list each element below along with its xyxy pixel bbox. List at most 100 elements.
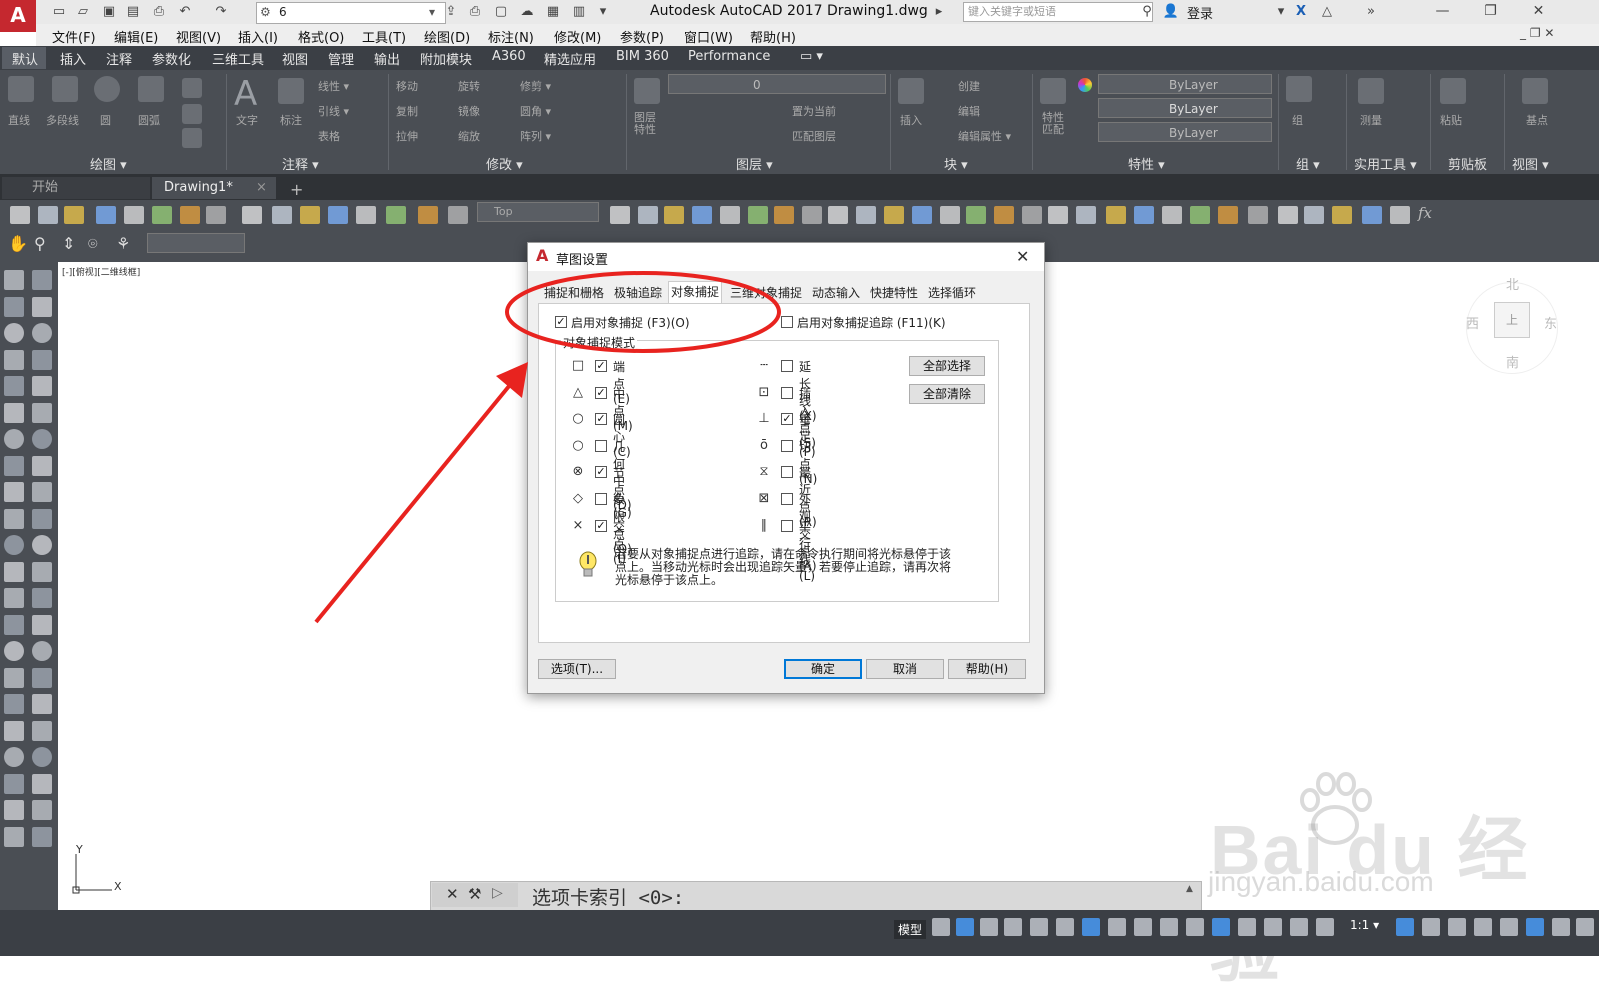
status-toggle-icon[interactable] [1576,918,1594,936]
more-icon[interactable]: » [1362,3,1380,21]
leader-button[interactable]: 引线 ▾ [318,103,349,119]
group-icon[interactable] [1286,76,1312,102]
left-tool-icon[interactable] [4,455,24,476]
status-toggle-icon[interactable] [1526,918,1544,936]
tab-selection-cycling[interactable]: 选择循环 [926,283,978,303]
cancel-button[interactable]: 取消 [866,659,944,679]
viewcube-north[interactable]: 北 [1506,274,1519,293]
left-tool-icon[interactable] [4,270,24,290]
rectangle-tool-icon[interactable] [182,78,202,98]
arrow-right-icon[interactable]: ▸ [930,3,948,21]
trim-button[interactable]: 修剪 ▾ [520,78,551,94]
status-toggle-icon[interactable] [980,918,998,936]
left-tool-icon[interactable] [4,561,24,582]
status-toggle-icon[interactable] [1290,918,1308,936]
cloud-icon[interactable]: ☁ [518,3,536,21]
add-tab-button[interactable]: + [290,180,303,199]
dialog-close-button[interactable]: ✕ [1016,247,1029,266]
publish-icon[interactable]: ▦ [544,3,562,21]
table-button[interactable]: 表格 [318,128,340,144]
toolbar-tool-icon[interactable] [638,206,658,224]
tab-close-icon[interactable]: × [256,177,267,199]
save-icon[interactable]: ▣ [100,3,118,21]
toolbar-tool-icon[interactable] [418,206,438,224]
status-toggle-icon[interactable] [1474,918,1492,936]
new-file-icon[interactable]: ▭ [50,3,68,21]
toolbar-tool-icon[interactable] [1106,206,1126,224]
menu-draw[interactable]: 绘图(D) [424,27,470,46]
left-tool-icon[interactable] [32,429,52,449]
left-tool-icon[interactable] [32,614,52,635]
ribbon-tab-3dtools[interactable]: 三维工具 [212,49,264,68]
toolbar-tool-icon[interactable] [1076,206,1096,224]
line-tool-icon[interactable] [8,76,34,102]
user-icon[interactable]: 👤 [1162,3,1180,21]
left-tool-icon[interactable] [4,588,24,608]
chevron-up-icon[interactable]: ▲ [1186,884,1193,894]
toolbar-tool-icon[interactable] [1134,206,1154,224]
status-toggle-icon[interactable] [1316,918,1334,936]
left-tool-icon[interactable] [4,429,24,449]
ribbon-tab-view[interactable]: 视图 [282,49,308,68]
menu-help[interactable]: 帮助(H) [750,27,796,46]
zoom-icon[interactable]: ⚲ [34,234,46,253]
status-toggle-icon[interactable] [1422,918,1440,936]
panel-label-block[interactable]: 块 ▾ [944,154,968,173]
print-icon[interactable]: ⎙ [150,3,168,21]
toolbar-tool-icon[interactable] [356,206,376,224]
left-tool-icon[interactable] [4,508,24,529]
command-prompt-text[interactable]: 选项卡索引 <0>: [532,883,684,910]
ribbon-tab-addins[interactable]: 附加模块 [420,49,472,68]
pan-hand-icon[interactable]: ✋ [8,234,28,253]
snap-mode-checkbox[interactable]: ✓ [595,386,607,399]
left-tool-icon[interactable] [4,694,24,714]
panel-label-view[interactable]: 视图 ▾ [1512,154,1549,173]
search-input[interactable]: 键入关键字或短语 [963,2,1153,22]
toolbar-tool-icon[interactable] [386,206,406,224]
edit-attributes-button[interactable]: 编辑属性 ▾ [958,128,1011,144]
wrench-icon[interactable]: ⚒ [468,885,481,903]
minimize-icon[interactable]: — [1420,0,1465,24]
menu-format[interactable]: 格式(O) [298,27,344,46]
toolbar-tool-icon[interactable] [64,206,84,224]
toolbar-tool-icon[interactable] [96,206,116,224]
match-layer-button[interactable]: 匹配图层 [792,128,836,144]
camera-icon[interactable]: ⌾ [88,234,98,254]
prompt-icon[interactable]: ▷ [492,885,503,901]
toolbar-tool-icon[interactable] [1278,206,1298,224]
snap-mode-checkbox[interactable]: ✓ [595,519,607,532]
snap-mode-checkbox[interactable] [781,493,793,505]
snap-mode-checkbox[interactable] [595,439,607,452]
left-tool-icon[interactable] [32,694,52,714]
close-icon[interactable]: ✕ [1516,0,1561,24]
left-tool-icon[interactable] [4,773,24,794]
viewcube-face-top[interactable]: 上 [1494,302,1530,338]
toolbar-tool-icon[interactable] [912,206,932,224]
status-toggle-icon[interactable] [1030,918,1048,936]
login-link[interactable]: 登录 [1187,3,1213,22]
left-tool-icon[interactable] [4,826,24,847]
workspace-combo[interactable]: ⚙ 6 ▾ [256,2,446,24]
toolbar-tool-icon[interactable] [994,206,1014,224]
ribbon-tab-performance[interactable]: Performance [688,49,770,64]
zoom-realtime-icon[interactable]: ⇕ [62,234,75,253]
left-tool-icon[interactable] [4,376,24,396]
menu-insert[interactable]: 插入(I) [238,27,278,46]
view-combo[interactable]: Top [477,202,599,222]
region-tool-icon[interactable] [182,128,202,148]
ribbon-tab-manage[interactable]: 管理 [328,49,354,68]
toolbar-tool-icon[interactable] [1304,206,1324,224]
color-wheel-icon[interactable] [1078,78,1092,92]
toolbar-tool-icon[interactable] [206,206,226,224]
panel-label-draw[interactable]: 绘图 ▾ [90,154,127,173]
restore-icon[interactable]: ❐ [1468,0,1513,24]
customize-icon[interactable]: ▾ [594,3,612,21]
tab-drawing1[interactable]: Drawing1* × [152,177,276,199]
panel-label-layers[interactable]: 图层 ▾ [736,154,773,173]
open-file-icon[interactable]: ▱ [74,3,92,21]
plot-icon[interactable]: ⎙ [466,3,484,21]
edit-block-button[interactable]: 编辑 [958,103,980,119]
snap-mode-checkbox[interactable] [781,519,793,532]
left-tool-icon[interactable] [32,455,52,476]
share-icon[interactable]: ⇪ [442,3,460,21]
